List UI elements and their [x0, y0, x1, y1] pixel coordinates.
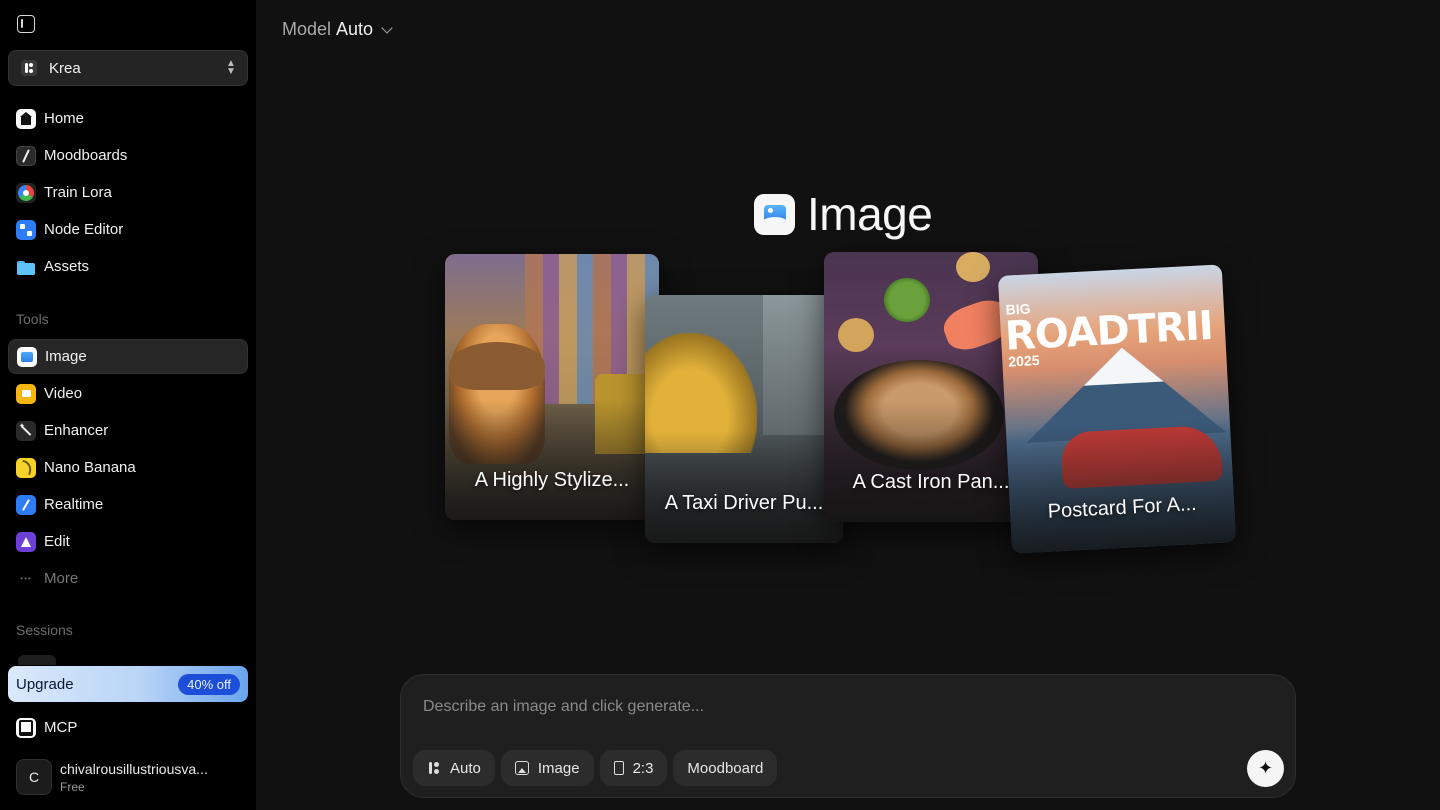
model-label: Model [282, 19, 332, 39]
tool-item-label: Video [44, 385, 83, 402]
image-add-icon [514, 761, 529, 775]
discount-badge: 40% off [178, 674, 240, 695]
tool-item-label: Realtime [44, 496, 104, 513]
model-selector[interactable]: Model Auto [282, 19, 393, 40]
banana-icon [16, 457, 36, 478]
node-editor-icon [16, 219, 36, 240]
tool-item-video[interactable]: Video [8, 376, 248, 411]
avatar: C [16, 759, 52, 795]
nav-item-home[interactable]: Home [8, 101, 248, 136]
chip-label: Auto [450, 759, 481, 777]
example-card-stylized[interactable]: A Highly Stylize... [445, 254, 659, 520]
tool-item-label: Edit [44, 533, 70, 550]
example-card-label: A Cast Iron Pan... [852, 471, 1010, 493]
tool-item-label: Nano Banana [44, 459, 136, 476]
krea-logo-icon [21, 60, 37, 76]
potato-illustration [838, 318, 874, 352]
krea-logo-icon [427, 761, 441, 775]
more-icon [16, 569, 36, 589]
moodboard-chip[interactable]: Moodboard [673, 750, 778, 786]
nav-item-label: Home [44, 110, 85, 127]
tool-item-label: Image [45, 348, 87, 365]
sparkle-icon: ✦ [1257, 758, 1274, 778]
video-icon [16, 383, 36, 404]
tool-item-edit[interactable]: Edit [8, 524, 248, 559]
edit-icon [16, 531, 36, 552]
aspect-ratio-chip[interactable]: 2:3 [599, 750, 668, 786]
lora-icon [16, 182, 36, 203]
chip-label: Image [537, 759, 580, 777]
mcp-section: MCP [8, 710, 248, 747]
prompt-options: Auto Image 2:3 Moodboard [413, 750, 783, 786]
nav-item-node-editor[interactable]: Node Editor [8, 212, 248, 247]
tool-item-realtime[interactable]: Realtime [8, 487, 248, 522]
mcp-icon [16, 717, 36, 738]
magic-wand-icon [16, 420, 36, 441]
chip-label: Moodboard [687, 759, 764, 777]
cat-illustration [449, 324, 545, 464]
chevron-down-icon [381, 21, 393, 34]
folder-icon [16, 257, 36, 277]
broccoli-illustration [884, 278, 930, 322]
car-illustration [1060, 424, 1223, 489]
prompt-box: Auto Image 2:3 Moodboard ✦ [400, 674, 1296, 798]
tools-nav: Image Video Enhancer Nano Banana Realtim… [8, 339, 248, 598]
generate-button[interactable]: ✦ [1247, 750, 1284, 787]
workspace-name: Krea [49, 59, 81, 77]
model-chip[interactable]: Auto [413, 750, 495, 786]
example-card-postcard[interactable]: BIG ROADTRII 2025 Postcard For A... [997, 264, 1237, 554]
home-icon [16, 108, 36, 129]
page-title-text: Image [807, 188, 933, 240]
example-card-label: A Taxi Driver Pu... [664, 492, 824, 514]
sidebar-toggle-icon[interactable] [17, 15, 35, 33]
image-icon [754, 193, 795, 235]
nav-item-assets[interactable]: Assets [8, 249, 248, 284]
upgrade-label: Upgrade [16, 675, 74, 693]
sidebar: Krea ▲ ▼ Home Moodboards Train Lora Node … [0, 0, 256, 810]
nav-item-label: Assets [44, 258, 90, 275]
nav-item-label: Train Lora [44, 184, 112, 201]
primary-nav: Home Moodboards Train Lora Node Editor A… [8, 101, 248, 286]
workspace-switcher[interactable]: Krea ▲ ▼ [8, 50, 248, 86]
session-item[interactable] [18, 655, 56, 665]
nav-item-moodboards[interactable]: Moodboards [8, 138, 248, 173]
nav-item-label: MCP [44, 719, 78, 736]
user-menu[interactable]: C chivalrousillustriousva... Free [16, 759, 208, 795]
nav-item-mcp[interactable]: MCP [8, 710, 248, 745]
example-card-taxi[interactable]: A Taxi Driver Pu... [645, 295, 843, 543]
tool-item-image[interactable]: Image [8, 339, 248, 374]
nav-item-label: Moodboards [44, 147, 128, 164]
chip-label: 2:3 [632, 759, 654, 777]
image-chip[interactable]: Image [500, 750, 594, 786]
pan-illustration [834, 360, 1004, 470]
user-plan: Free [60, 779, 85, 794]
sessions-section-label: Sessions [16, 622, 73, 638]
tool-item-nano-banana[interactable]: Nano Banana [8, 450, 248, 485]
tools-section-label: Tools [16, 311, 49, 327]
prompt-input[interactable] [423, 695, 1243, 719]
card-image [956, 252, 990, 282]
moodboard-icon [16, 145, 36, 166]
page-title: Image [754, 187, 933, 241]
poster-year-text: 2025 [1007, 352, 1040, 370]
tool-item-label: Enhancer [44, 422, 109, 439]
example-card-label: Postcard For A... [1047, 492, 1198, 523]
nav-item-train-lora[interactable]: Train Lora [8, 175, 248, 210]
tool-item-enhancer[interactable]: Enhancer [8, 413, 248, 448]
user-name: chivalrousillustriousva... [60, 760, 208, 777]
taxi-illustration [645, 333, 757, 453]
nav-item-label: Node Editor [44, 221, 124, 238]
model-value: Auto [336, 19, 374, 39]
upgrade-button[interactable]: Upgrade 40% off [8, 666, 248, 702]
pen-icon [16, 494, 36, 515]
chevron-up-down-icon: ▲ ▼ [226, 58, 236, 77]
tool-item-more[interactable]: More [8, 561, 248, 596]
user-info: chivalrousillustriousva... Free [60, 761, 208, 794]
tool-item-label: More [44, 570, 79, 587]
example-card-label: A Highly Stylize... [474, 469, 630, 491]
aspect-ratio-icon [613, 761, 624, 775]
image-icon [17, 346, 37, 367]
